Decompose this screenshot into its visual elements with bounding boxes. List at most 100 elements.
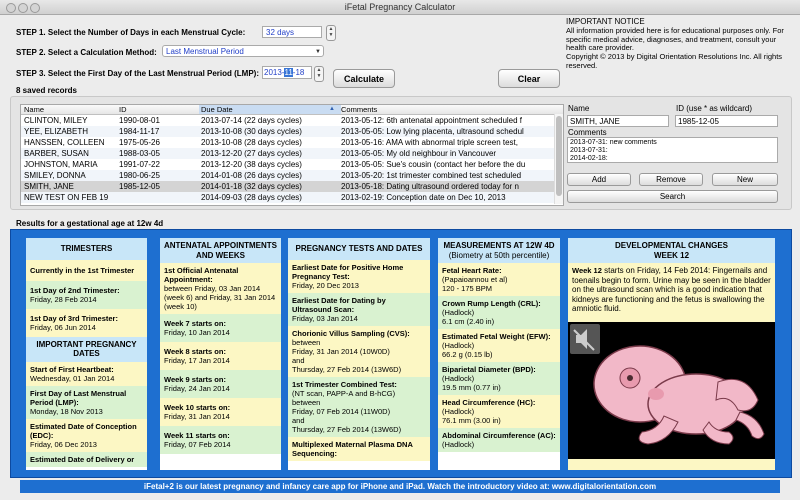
minimize-window-icon[interactable] bbox=[18, 3, 28, 13]
step3-label: STEP 3. Select the First Day of the Last… bbox=[16, 69, 259, 78]
table-cell-name: NEW TEST ON FEB 19 bbox=[24, 193, 109, 202]
measurement-value: (Hadlock) bbox=[442, 308, 475, 317]
title-bar: iFetal Pregnancy Calculator bbox=[0, 0, 800, 15]
measurement-value: 19.5 mm (0.77 in) bbox=[442, 383, 501, 392]
table-cell-name: SMILEY, DONNA bbox=[24, 171, 86, 180]
measurement-item: Biparietal Diameter (BPD): (Hadlock) 19.5 … bbox=[438, 362, 560, 395]
cycle-days-field[interactable]: 32 days bbox=[262, 26, 322, 38]
search-button[interactable]: Search bbox=[567, 190, 778, 203]
edc-label: Estimated Date of Conception (EDC): bbox=[30, 421, 137, 440]
combined-value: (NT scan, PAPP-A and B-hCG) bbox=[292, 388, 396, 398]
fetus-drawing bbox=[593, 345, 765, 445]
current-trimester: Currently in the 1st Trimester bbox=[26, 259, 147, 281]
measurement-item: Estimated Fetal Weight (EFW): (Hadlock) 66… bbox=[438, 329, 560, 362]
table-cell-id: 1990-08-01 bbox=[119, 116, 160, 125]
id-field[interactable]: 1985-12-05 bbox=[675, 115, 778, 127]
dating-scan: Earliest Date for Dating by Ultrasound S… bbox=[288, 292, 430, 326]
measurement-value: (Hadlock) bbox=[442, 341, 475, 350]
measurements-title: MEASUREMENTS AT 12W 4D bbox=[443, 241, 555, 250]
table-row[interactable]: JOHNSTON, MARIA 1991-07-22 2013-12-20 (38 … bbox=[21, 159, 563, 170]
table-row[interactable]: CLINTON, MILEY 1990-08-01 2013-07-14 (22 d… bbox=[21, 115, 563, 126]
comments-label: Comments bbox=[568, 128, 607, 137]
clear-button[interactable]: Clear bbox=[498, 69, 560, 88]
table-cell-name: JOHNSTON, MARIA bbox=[24, 160, 98, 169]
speaker-muted-icon[interactable] bbox=[570, 324, 600, 354]
measurement-value: (Hadlock) bbox=[442, 407, 475, 416]
column-header-comments[interactable]: Comments bbox=[341, 105, 377, 114]
measurement-value: (Hadlock) bbox=[442, 374, 475, 383]
lmp-day: -18 bbox=[292, 68, 305, 77]
measurements-subtitle: (Biometry at 50th percentile) bbox=[448, 250, 550, 260]
maternal-dna-test: Multiplexed Maternal Plasma DNA Sequenci… bbox=[288, 436, 430, 461]
heartbeat-label: Start of First Heartbeat: bbox=[30, 364, 114, 374]
table-row[interactable]: HANSSEN, COLLEEN 1975-05-26 2013-10-08 (28… bbox=[21, 137, 563, 148]
column-header-due-date[interactable]: Due Date ▲ bbox=[199, 105, 341, 114]
table-cell-name: YEE, ELIZABETH bbox=[24, 127, 89, 136]
table-cell-comment: 2013-05-20: 1st trimester combined test … bbox=[341, 171, 522, 180]
zoom-window-icon[interactable] bbox=[30, 3, 40, 13]
table-cell-comment: 2013-05-05: Low lying placenta, ultrasou… bbox=[341, 127, 524, 136]
measurement-item: Head Circumference (HC): (Hadlock) 76.1 mm… bbox=[438, 395, 560, 428]
step3-label-text: STEP 3. Select the First Day of the Last… bbox=[16, 69, 260, 78]
week-label: Week 9 starts on: bbox=[164, 375, 226, 384]
table-cell-id: 1984-11-17 bbox=[119, 127, 160, 136]
important-dates-header: IMPORTANT PREGNANCY DATES bbox=[26, 336, 147, 362]
lmp-value: Monday, 18 Nov 2013 bbox=[30, 406, 103, 416]
calculation-method-select[interactable]: Last Menstrual Period ▼ bbox=[162, 45, 324, 57]
cycle-days-stepper[interactable]: ▲ ▼ bbox=[326, 25, 336, 41]
antenatal-column: ANTENATAL APPOINTMENTS AND WEEKS 1st Off… bbox=[160, 238, 281, 470]
cvs-test: Chorionic Villus Sampling (CVS): between F… bbox=[288, 325, 430, 377]
scroll-thumb[interactable] bbox=[556, 116, 562, 196]
trimesters-column: TRIMESTERS Currently in the 1st Trimeste… bbox=[26, 238, 147, 470]
development-title: DEVELOPMENTAL CHANGES bbox=[614, 241, 729, 250]
add-button[interactable]: Add bbox=[567, 173, 631, 186]
lmp-date-stepper[interactable]: ▲ ▼ bbox=[314, 66, 324, 82]
calculate-button[interactable]: Calculate bbox=[333, 69, 395, 88]
table-cell-id: 1985-12-05 bbox=[119, 182, 160, 191]
tests-header: PREGNANCY TESTS AND DATES bbox=[288, 238, 430, 260]
table-cell-comment: 2013-05-05: Sue's cousin (contact her be… bbox=[341, 160, 526, 169]
stepper-arrows-icon: ▲ ▼ bbox=[328, 26, 334, 38]
records-table[interactable]: Name ID Due Date ▲ Comments CLINTON, MILE… bbox=[20, 104, 564, 206]
measurement-value: 66.2 g (0.15 lb) bbox=[442, 350, 493, 359]
antenatal-week: Week 9 starts on: Friday, 24 Jan 2014 bbox=[160, 370, 281, 398]
measurement-label: Biparietal Diameter (BPD): bbox=[442, 365, 536, 374]
table-cell-name: BARBER, SUSAN bbox=[24, 149, 89, 158]
new-button[interactable]: New bbox=[712, 173, 778, 186]
table-cell-due: 2013-10-08 (30 days cycles) bbox=[201, 127, 302, 136]
lmp-date-field[interactable]: 2013-11-18 bbox=[262, 66, 312, 79]
table-cell-due: 2014-01-08 (26 days cycles) bbox=[201, 171, 302, 180]
table-row[interactable]: SMITH, JANE 1985-12-05 2014-01-18 (32 days… bbox=[21, 181, 563, 192]
table-row[interactable]: YEE, ELIZABETH 1984-11-17 2013-10-08 (30 d… bbox=[21, 126, 563, 137]
tests-column: PREGNANCY TESTS AND DATES Earliest Date … bbox=[288, 238, 430, 470]
table-cell-due: 2013-12-20 (38 days cycles) bbox=[201, 160, 302, 169]
table-cell-name: SMITH, JANE bbox=[24, 182, 74, 191]
records-scrollbar[interactable] bbox=[554, 114, 563, 204]
close-window-icon[interactable] bbox=[6, 3, 16, 13]
table-row[interactable]: SMILEY, DONNA 1980-06-25 2014-01-08 (26 da… bbox=[21, 170, 563, 181]
table-row[interactable]: BARBER, SUSAN 1988-03-05 2013-12-20 (27 da… bbox=[21, 148, 563, 159]
notice-body: All information provided here is for edu… bbox=[566, 25, 784, 53]
lmp-label: First Day of Last Menstrual Period (LMP)… bbox=[30, 388, 127, 407]
table-row[interactable]: NEW TEST ON FEB 19 2014-09-03 (28 days cy… bbox=[21, 192, 563, 203]
development-week: WEEK 12 bbox=[653, 250, 690, 260]
trimester2-date: 1st Day of 2nd Trimester: Friday, 28 Feb … bbox=[26, 280, 147, 309]
results-label: Results for a gestational age at 12w 4d bbox=[16, 219, 164, 228]
footer-banner[interactable]: iFetal+2 is our latest pregnancy and inf… bbox=[20, 480, 780, 493]
week-value: Friday, 10 Jan 2014 bbox=[164, 328, 230, 337]
measurement-item: Abdominal Circumference (AC): (Hadlock) bbox=[438, 428, 560, 452]
t3-value: Friday, 06 Jun 2014 bbox=[30, 322, 96, 332]
measurement-label: Fetal Heart Rate: bbox=[442, 266, 502, 275]
combined-value: Thursday, 27 Feb 2014 (13W6D) bbox=[292, 424, 402, 434]
comments-textarea[interactable]: 2013-07-31: new comments 2013-07-31: 201… bbox=[567, 137, 778, 163]
measurement-item: Crown Rump Length (CRL): (Hadlock) 6.1 cm … bbox=[438, 296, 560, 329]
antenatal-week: Week 7 starts on: Friday, 10 Jan 2014 bbox=[160, 314, 281, 342]
combined-value: and bbox=[292, 415, 305, 425]
calculation-method-value: Last Menstrual Period bbox=[166, 47, 244, 56]
column-header-name[interactable]: Name bbox=[24, 105, 44, 114]
remove-button[interactable]: Remove bbox=[639, 173, 703, 186]
column-header-id[interactable]: ID bbox=[119, 105, 127, 114]
name-field[interactable]: SMITH, JANE bbox=[567, 115, 669, 127]
dating-scan-label: Earliest Date for Dating by Ultrasound S… bbox=[292, 295, 386, 314]
week-label: Week 8 starts on: bbox=[164, 347, 226, 356]
